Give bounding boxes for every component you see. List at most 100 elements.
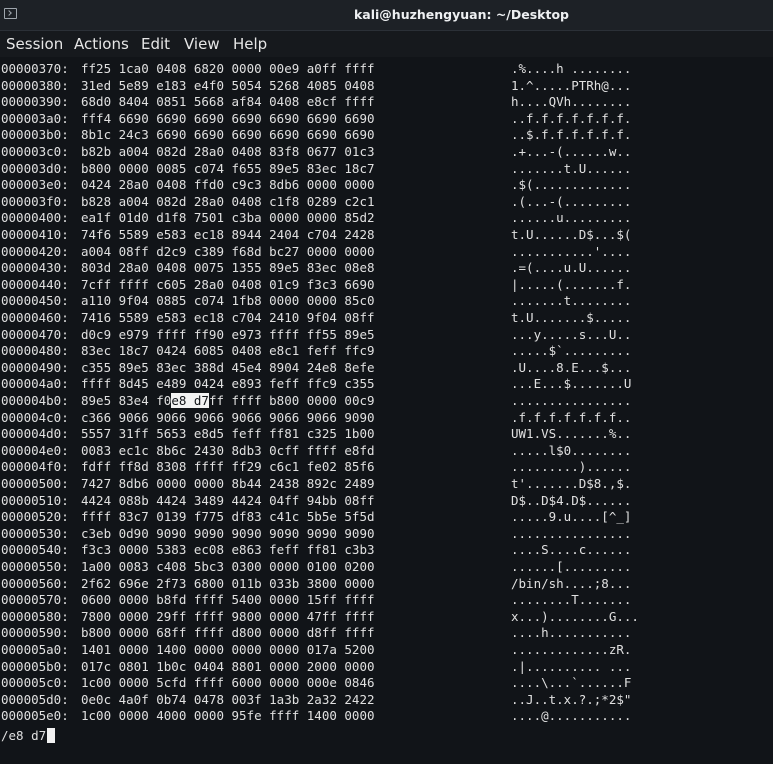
row-offset: 000005b0: bbox=[1, 658, 69, 674]
hexdump-row: 000004f0: fdff ff8d 8308 ffff ff29 c6c1 f… bbox=[1, 459, 631, 476]
row-ascii: ........T....... bbox=[511, 592, 632, 608]
row-offset: 000005a0: bbox=[1, 642, 69, 657]
hexdump-row: 00000400: ea1f 01d0 d1f8 7501 c3ba 0000 0… bbox=[1, 210, 631, 227]
row-hex: b800 0000 0085 c074 f655 89e5 83ec 18c7 bbox=[81, 160, 375, 176]
row-ascii: ....@........... bbox=[511, 708, 632, 724]
menu-session[interactable]: Session bbox=[6, 35, 63, 53]
row-hex: a110 9f04 0885 c074 1fb8 0000 0000 85c0 bbox=[81, 293, 375, 309]
row-offset: 000003c0: bbox=[1, 144, 69, 159]
row-offset: 000003f0: bbox=[1, 193, 69, 209]
row-hex: 68d0 8404 0851 5668 af84 0408 e8cf ffff bbox=[81, 94, 375, 110]
row-ascii: .|.......... ... bbox=[511, 658, 632, 674]
row-ascii: .f.f.f.f.f.f.f.. bbox=[511, 409, 632, 425]
row-offset: 00000500: bbox=[1, 476, 69, 491]
row-offset: 00000490: bbox=[1, 359, 69, 375]
row-ascii: ....S....c...... bbox=[511, 542, 632, 558]
row-offset: 00000420: bbox=[1, 243, 69, 259]
hexdump-row: 000003e0: 0424 28a0 0408 ffd0 c9c3 8db6 0… bbox=[1, 177, 631, 194]
hexdump-row: 00000580: 7800 0000 29ff ffff 9800 0000 4… bbox=[1, 609, 639, 626]
row-ascii: .....9.u....[^_] bbox=[511, 509, 632, 525]
row-hex: 2f62 696e 2f73 6800 011b 033b 3800 0000 bbox=[81, 575, 375, 591]
row-offset: 00000380: bbox=[1, 77, 69, 93]
hexdump-row: 000005e0: 1c00 0000 4000 0000 95fe ffff 1… bbox=[1, 708, 631, 725]
row-offset: 000004f0: bbox=[1, 459, 69, 475]
menu-actions[interactable]: Actions bbox=[74, 35, 129, 53]
hexdump-row: 00000390: 68d0 8404 0851 5668 af84 0408 e… bbox=[1, 94, 631, 111]
hexdump-row: 00000480: 83ec 18c7 0424 6085 0408 e8c1 f… bbox=[1, 343, 631, 360]
row-hex: 017c 0801 1b0c 0404 8801 0000 2000 0000 bbox=[81, 658, 375, 674]
hexdump-row: 00000570: 0600 0000 b8fd ffff 5400 0000 1… bbox=[1, 592, 631, 609]
row-hex: 1c00 0000 5cfd ffff 6000 0000 000e 0846 bbox=[81, 675, 375, 691]
row-ascii: .........)...... bbox=[511, 459, 632, 475]
row-hex: ff25 1ca0 0408 6820 0000 00e9 a0ff ffff bbox=[81, 61, 375, 76]
terminal-output[interactable]: 00000370: ff25 1ca0 0408 6820 0000 00e9 a… bbox=[1, 59, 771, 759]
menu-bar: Session Actions Edit View Help bbox=[0, 31, 773, 57]
row-hex: ea1f 01d0 d1f8 7501 c3ba 0000 0000 85d2 bbox=[81, 210, 375, 226]
row-hex: 0600 0000 b8fd ffff 5400 0000 15ff ffff bbox=[81, 592, 375, 608]
hexdump-row: 00000470: d0c9 e979 ffff ff90 e973 ffff f… bbox=[1, 327, 631, 344]
row-hex: fdff ff8d 8308 ffff ff29 c6c1 fe02 85f6 bbox=[81, 459, 375, 475]
row-hex: 74f6 5589 e583 ec18 8944 2404 c704 2428 bbox=[81, 227, 375, 242]
row-ascii: .+...-(......w.. bbox=[511, 144, 632, 159]
row-ascii: |.....(.......f. bbox=[511, 276, 632, 292]
row-hex: 0424 28a0 0408 ffd0 c9c3 8db6 0000 0000 bbox=[81, 177, 375, 193]
row-ascii: 1.^.....PTRh@... bbox=[511, 77, 632, 93]
row-ascii: ................ bbox=[511, 393, 632, 408]
hexdump-row: 00000560: 2f62 696e 2f73 6800 011b 033b 3… bbox=[1, 576, 631, 593]
hexdump-row: 00000590: b800 0000 68ff ffff d800 0000 d… bbox=[1, 625, 631, 642]
hexdump-row: 00000440: 7cff ffff c605 28a0 0408 01c9 f… bbox=[1, 277, 631, 294]
menu-view[interactable]: View bbox=[184, 35, 220, 53]
row-hex: b82b a004 082d 28a0 0408 83f8 0677 01c3 bbox=[81, 144, 375, 159]
hexdump-row: 000003d0: b800 0000 0085 c074 f655 89e5 8… bbox=[1, 161, 631, 178]
row-hex: ffff 83c7 0139 f775 df83 c41c 5b5e 5f5d bbox=[81, 509, 375, 525]
row-hex: 7cff ffff c605 28a0 0408 01c9 f3c3 6690 bbox=[81, 276, 375, 292]
row-offset: 00000580: bbox=[1, 608, 69, 624]
hexdump-row: 00000450: a110 9f04 0885 c074 1fb8 0000 0… bbox=[1, 293, 631, 310]
hexdump-row: 00000510: 4424 088b 4424 3489 4424 04ff 9… bbox=[1, 493, 631, 510]
row-hex: b828 a004 082d 28a0 0408 c1f8 0289 c2c1 bbox=[81, 193, 375, 209]
search-match-highlight: e8 d7 bbox=[171, 393, 209, 408]
row-ascii: .U....8.E...$... bbox=[511, 359, 632, 375]
hexdump-row: 000004d0: 5557 31ff 5653 e8d5 feff ff81 c… bbox=[1, 426, 631, 443]
row-hex: 1c00 0000 4000 0000 95fe ffff 1400 0000 bbox=[81, 708, 375, 724]
row-offset: 00000410: bbox=[1, 227, 69, 242]
hexdump-row: 000005a0: 1401 0000 1400 0000 0000 0000 0… bbox=[1, 642, 631, 659]
row-hex: 8b1c 24c3 6690 6690 6690 6690 6690 6690 bbox=[81, 127, 375, 143]
row-ascii: x...)........G... bbox=[511, 608, 639, 624]
row-hex: 1a00 0083 c408 5bc3 0300 0000 0100 0200 bbox=[81, 559, 375, 574]
menu-edit[interactable]: Edit bbox=[141, 35, 170, 53]
command-prompt[interactable]: /e8 d7 bbox=[1, 727, 56, 744]
row-hex: 7427 8db6 0000 0000 8b44 2438 892c 2489 bbox=[81, 476, 375, 491]
row-offset: 000005c0: bbox=[1, 675, 69, 691]
row-ascii: .....$`......... bbox=[511, 343, 632, 359]
row-hex: ffff 8d45 e489 0424 e893 feff ffc9 c355 bbox=[81, 376, 375, 392]
hexdump-row: 00000550: 1a00 0083 c408 5bc3 0300 0000 0… bbox=[1, 559, 631, 576]
row-offset: 000004b0: bbox=[1, 393, 69, 408]
row-ascii: ....\...`......F bbox=[511, 675, 632, 691]
hexdump-row: 00000460: 7416 5589 e583 ec18 c704 2410 9… bbox=[1, 310, 631, 327]
row-offset: 000004a0: bbox=[1, 376, 69, 392]
row-offset: 00000450: bbox=[1, 293, 69, 309]
row-ascii: .=(....u.U...... bbox=[511, 260, 632, 276]
row-hex: 803d 28a0 0408 0075 1355 89e5 83ec 08e8 bbox=[81, 260, 375, 276]
row-hex: 0e0c 4a0f 0b74 0478 003f 1a3b 2a32 2422 bbox=[81, 691, 375, 707]
row-offset: 000004e0: bbox=[1, 442, 69, 458]
row-offset: 00000370: bbox=[1, 61, 69, 76]
row-offset: 000003d0: bbox=[1, 160, 69, 176]
hexdump-row: 000005d0: 0e0c 4a0f 0b74 0478 003f 1a3b 2… bbox=[1, 692, 631, 709]
hexdump-row: 000004e0: 0083 ec1c 8b6c 2430 8db3 0cff f… bbox=[1, 443, 631, 460]
row-hex: 7800 0000 29ff ffff 9800 0000 47ff ffff bbox=[81, 608, 375, 624]
text-cursor bbox=[47, 728, 56, 743]
row-ascii: .(...-(......... bbox=[511, 193, 632, 209]
row-offset: 00000590: bbox=[1, 625, 69, 641]
row-hex: 4424 088b 4424 3489 4424 04ff 94bb 08ff bbox=[81, 492, 375, 508]
row-offset: 00000540: bbox=[1, 542, 69, 558]
hexdump-row: 000003f0: b828 a004 082d 28a0 0408 c1f8 0… bbox=[1, 194, 631, 211]
row-ascii: h....QVh........ bbox=[511, 94, 632, 110]
hexdump-row: 000004a0: ffff 8d45 e489 0424 e893 feff f… bbox=[1, 376, 631, 393]
row-offset: 00000440: bbox=[1, 276, 69, 292]
hexdump-row: 000004c0: c366 9066 9066 9066 9066 9066 9… bbox=[1, 410, 631, 427]
row-ascii: ...........'.... bbox=[511, 243, 632, 259]
hexdump-row: 00000420: a004 08ff d2c9 c389 f68d bc27 0… bbox=[1, 244, 631, 261]
menu-help[interactable]: Help bbox=[233, 35, 267, 53]
